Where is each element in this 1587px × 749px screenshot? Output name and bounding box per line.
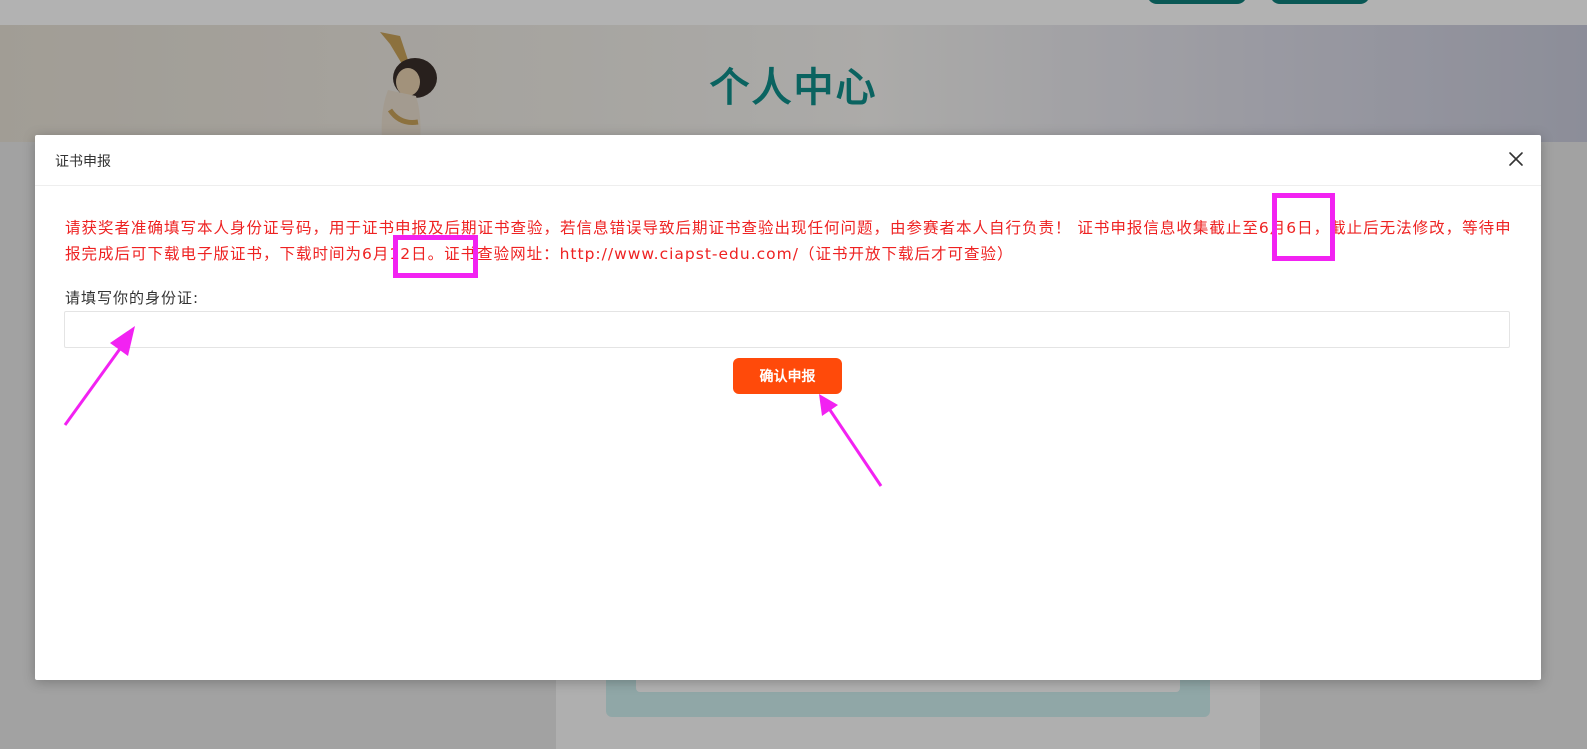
close-icon <box>1509 152 1523 166</box>
dialog-header: 证书申报 <box>35 135 1541 186</box>
declaration-notice-text: 请获奖者准确填写本人身份证号码，用于证书申报及后期证书查验，若信息错误导致后期证… <box>65 219 1512 263</box>
confirm-declaration-button[interactable]: 确认申报 <box>733 358 842 394</box>
id-number-input[interactable] <box>64 311 1510 348</box>
id-number-label: 请填写你的身份证: <box>65 289 200 307</box>
close-button[interactable] <box>1505 148 1527 170</box>
dialog-title: 证书申报 <box>55 154 111 170</box>
certificate-declaration-dialog: 证书申报 请获奖者准确填写本人身份证号码，用于证书申报及后期证书查验，若信息错误… <box>35 135 1541 680</box>
